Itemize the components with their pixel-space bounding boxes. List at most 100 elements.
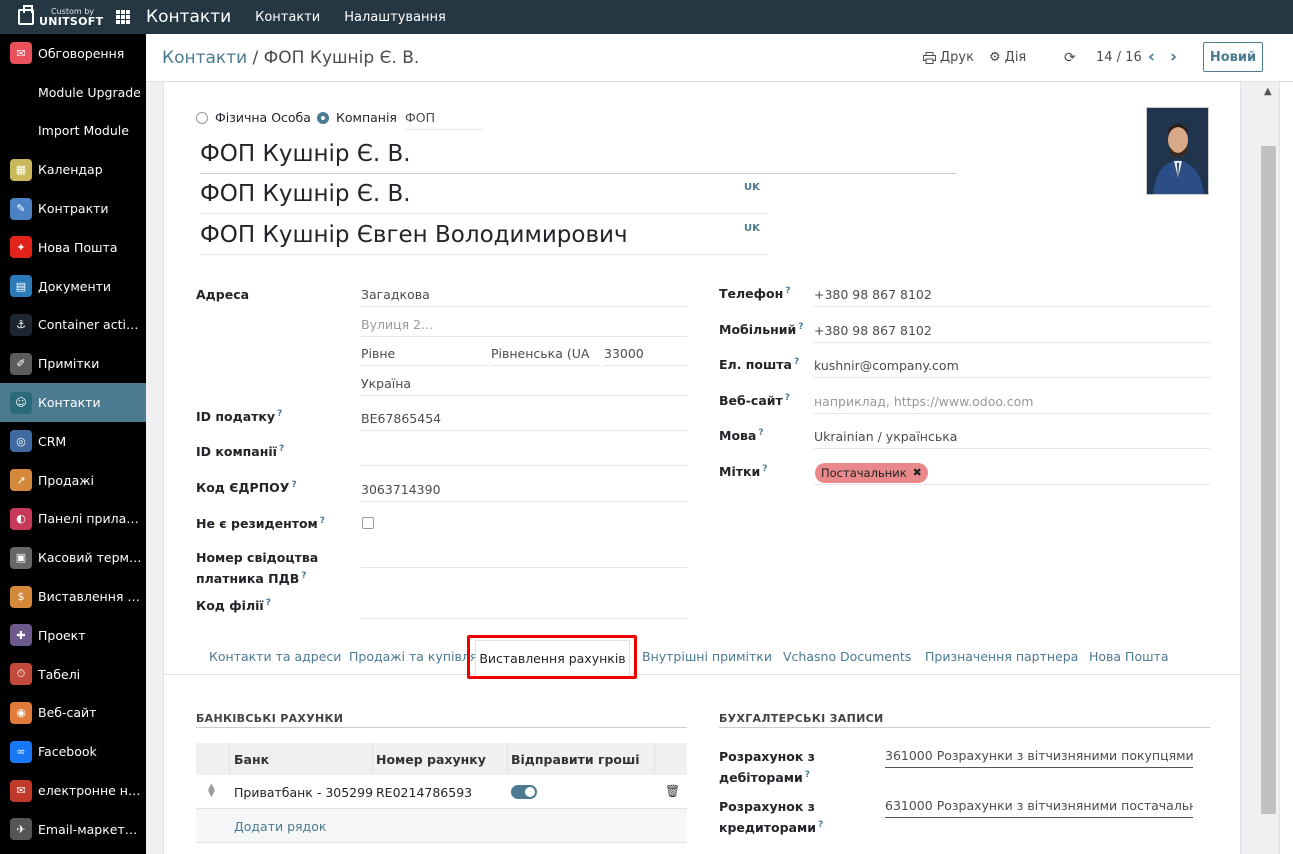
pager-previous-icon[interactable]: ‹ [1148, 47, 1155, 67]
sidebar-item-17[interactable]: ◉ Веб-сайт [0, 694, 146, 733]
person-photo-icon [1147, 108, 1208, 194]
tab-contacts-addresses[interactable]: Контакти та адреси [209, 649, 341, 664]
close-icon[interactable]: ✖ [913, 463, 922, 483]
scroll-thumb[interactable] [1261, 146, 1276, 814]
print-icon [923, 51, 936, 64]
sidebar-item-19[interactable]: ✉ електронне на… [0, 771, 146, 810]
phone-input[interactable]: +380 98 867 8102 [814, 283, 1210, 307]
send-money-toggle[interactable] [511, 785, 537, 799]
sidebar-item-7[interactable]: ⚓ Container actions [0, 306, 146, 345]
website-icon: ◉ [10, 701, 32, 724]
trash-icon[interactable]: 🗑 [665, 784, 680, 798]
contract-icon: ✎ [10, 197, 32, 220]
vat-cert-input[interactable] [361, 544, 687, 568]
sidebar-item-label: Facebook [38, 744, 97, 760]
city-input[interactable]: Рівне [361, 342, 486, 366]
action-button[interactable]: ⚙ Дія [989, 50, 1026, 65]
vertical-scrollbar[interactable]: ▲ [1259, 82, 1279, 854]
scroll-up-icon[interactable]: ▲ [1264, 86, 1272, 97]
street2-input[interactable]: Вулиця 2... [361, 313, 687, 337]
sidebar-item-18[interactable]: ∞ Facebook [0, 732, 146, 771]
menu-contacts[interactable]: Контакти [255, 10, 320, 25]
table-row[interactable]: ▲ ▼ Приватбанк - 305299 RE0214786593 🗑 [196, 775, 687, 809]
pager-value[interactable]: 14 / 16 [1096, 50, 1142, 65]
vat-input[interactable]: BE67865454 [361, 407, 687, 431]
sidebar-item-1[interactable]: Module Upgrade [0, 73, 146, 112]
notebook-tabs: Контакти та адреси Продажі та купівля Ви… [164, 637, 1242, 676]
sidebar-item-10[interactable]: ◎ CRM [0, 422, 146, 461]
partner-name-uk-input[interactable]: ФОП Кушнір Є. В. [200, 174, 767, 214]
tab-sales-purchase[interactable]: Продажі та купівля [349, 649, 477, 664]
email-input[interactable]: kushnir@company.com [814, 354, 1210, 378]
pager-next-icon[interactable]: › [1170, 47, 1177, 67]
sidebar-item-label: Нова Пошта [38, 239, 118, 255]
tag-supplier[interactable]: Постачальник ✖ [815, 463, 928, 483]
refresh-icon[interactable]: ⟳ [1064, 50, 1076, 66]
company-type-input[interactable]: ФОП [405, 106, 483, 130]
sidebar-item-8[interactable]: ✐ Примітки [0, 344, 146, 383]
edrpou-label: Код ЄДРПОУ? [196, 480, 297, 496]
chat-icon: ✉ [10, 42, 32, 65]
lang-tag-uk[interactable]: UK [744, 182, 760, 193]
tab-nova-poshta[interactable]: Нова Пошта [1089, 649, 1168, 664]
add-line-row: Додати рядок [196, 809, 687, 843]
col-account-number[interactable]: Номер рахунку [376, 752, 486, 767]
company-logo[interactable]: Custom by UNITSOFT [0, 0, 110, 34]
company-id-input[interactable] [361, 442, 687, 466]
sidebar-item-13[interactable]: ▣ Касовий термін… [0, 538, 146, 577]
tab-vchasno-documents[interactable]: Vchasno Documents [783, 649, 911, 664]
street-input[interactable]: Загадкова [361, 283, 687, 307]
sidebar-item-4[interactable]: ✎ Контракти [0, 189, 146, 228]
zip-input[interactable]: 33000 [604, 342, 687, 366]
nonresident-checkbox[interactable] [362, 517, 374, 529]
sidebar-item-20[interactable]: ✈ Email-маркетинг [0, 810, 146, 849]
sidebar-item-14[interactable]: $ Виставлення ра… [0, 577, 146, 616]
unitsoft-logo-icon [18, 5, 34, 25]
menu-settings[interactable]: Налаштування [344, 10, 446, 25]
new-button[interactable]: Новий [1203, 42, 1263, 72]
add-line-button[interactable]: Додати рядок [234, 819, 326, 834]
sidebar-item-11[interactable]: ↗ Продажі [0, 461, 146, 500]
tab-internal-notes[interactable]: Внутрішні примітки [642, 649, 772, 664]
branch-label: Код філії? [196, 598, 271, 614]
country-select[interactable]: Україна [361, 372, 687, 396]
sidebar-item-6[interactable]: ▤ Документи [0, 267, 146, 306]
partner-name-input[interactable]: ФОП Кушнір Є. В. [200, 134, 957, 174]
language-select[interactable]: Ukrainian / українська [814, 425, 1210, 449]
account-number-cell[interactable]: RE0214786593 [376, 785, 472, 800]
calendar-icon: ▦ [10, 158, 32, 181]
radio-person[interactable] [196, 112, 208, 124]
sidebar-item-16[interactable]: ⏱ Табелі [0, 655, 146, 694]
sidebar-item-0[interactable]: ✉ Обговорення [0, 34, 146, 73]
state-select[interactable]: Рівненська (UA [491, 342, 600, 366]
bank-cell[interactable]: Приватбанк - 305299 [234, 785, 373, 800]
sidebar-item-12[interactable]: ◐ Панелі приладів [0, 500, 146, 539]
email-marketing-icon: ✈ [10, 818, 32, 841]
receivable-account-select[interactable]: 361000 Розрахунки з вітчизняними покупця… [885, 744, 1193, 768]
breadcrumb-parent[interactable]: Контакти [162, 48, 247, 68]
avatar[interactable] [1146, 107, 1209, 195]
sidebar-item-2[interactable]: Import Module [0, 112, 146, 151]
tab-partner-assignment[interactable]: Призначення партнера [925, 649, 1078, 664]
app-title[interactable]: Контакти [146, 7, 231, 27]
sidebar-item-label: CRM [38, 433, 67, 449]
branch-input[interactable] [361, 595, 687, 619]
sidebar-item-5[interactable]: ✦ Нова Пошта [0, 228, 146, 267]
drag-handle-icon[interactable]: ▲ ▼ [208, 783, 215, 799]
payable-account-select[interactable]: 631000 Розрахунки з вітчизняними постача… [885, 794, 1193, 818]
lang-tag-uk-2[interactable]: UK [744, 223, 760, 234]
sidebar-item-15[interactable]: ✚ Проект [0, 616, 146, 655]
sidebar-item-3[interactable]: ▦ Календар [0, 150, 146, 189]
print-button[interactable]: Друк [923, 50, 974, 65]
website-input[interactable]: наприклад, https://www.odoo.com [814, 390, 1210, 414]
mobile-input[interactable]: +380 98 867 8102 [814, 319, 1210, 343]
full-name-input[interactable]: ФОП Кушнір Євген Володимирович [200, 215, 767, 255]
apps-menu-icon[interactable] [116, 10, 130, 24]
sidebar-item-9[interactable]: ☺ Контакти [0, 383, 146, 422]
col-bank[interactable]: Банк [234, 752, 269, 767]
radio-company[interactable] [317, 112, 329, 124]
edrpou-input[interactable]: 3063714390 [361, 478, 687, 502]
vat-label: ID податку? [196, 409, 283, 425]
col-send-money[interactable]: Відправити гроші [511, 752, 640, 767]
pos-icon: ▣ [10, 546, 32, 569]
